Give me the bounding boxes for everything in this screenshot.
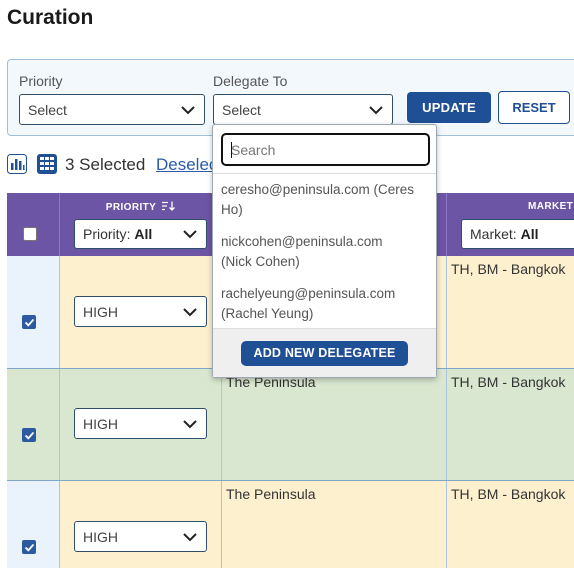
checkmark-icon bbox=[24, 318, 35, 327]
chevron-down-icon bbox=[183, 533, 197, 542]
delegate-dropdown: Search ceresho@peninsula.com (Ceres Ho) … bbox=[212, 124, 437, 378]
delegate-select-value: Select bbox=[222, 102, 261, 118]
market-cell: TH, BM - Bangkok bbox=[447, 369, 574, 480]
reset-button[interactable]: RESET bbox=[498, 91, 570, 124]
priority-cell: HIGH bbox=[60, 256, 222, 368]
row-checkbox[interactable] bbox=[22, 315, 36, 329]
priority-select[interactable]: Select bbox=[19, 94, 205, 125]
delegate-search-input[interactable]: Search bbox=[221, 133, 430, 166]
delegate-option[interactable]: rachelyeung@peninsula.com (Rachel Yeung) bbox=[221, 284, 433, 323]
chevron-down-icon bbox=[183, 420, 197, 429]
checkmark-icon bbox=[24, 543, 35, 552]
priority-cell: HIGH bbox=[60, 481, 222, 568]
grid-view-icon[interactable] bbox=[37, 154, 57, 174]
market-column-filter[interactable]: Market: All bbox=[461, 219, 574, 249]
delegate-option[interactable]: ceresho@peninsula.com (Ceres Ho) bbox=[221, 180, 433, 219]
market-cell: TH, BM - Bangkok bbox=[447, 256, 574, 368]
market-cell: TH, BM - Bangkok bbox=[447, 481, 574, 568]
page-title: Curation bbox=[7, 6, 94, 29]
priority-header-title: PRIORITY bbox=[60, 201, 221, 213]
table-row: HIGH The Peninsula TH, BM - Bangkok bbox=[7, 481, 574, 568]
row-select-cell bbox=[7, 369, 60, 480]
update-button[interactable]: UPDATE bbox=[407, 92, 491, 123]
add-new-delegatee-button[interactable]: ADD NEW DELEGATEE bbox=[241, 341, 408, 366]
market-header-title: MARKET bbox=[528, 201, 574, 212]
delegate-label: Delegate To bbox=[213, 73, 288, 89]
divider bbox=[213, 173, 436, 174]
chevron-down-icon bbox=[183, 230, 197, 239]
delegate-option[interactable]: nickcohen@peninsula.com (Nick Cohen) bbox=[221, 232, 433, 271]
chart-view-icon[interactable] bbox=[7, 154, 27, 174]
priority-select[interactable]: HIGH bbox=[74, 296, 207, 327]
hotel-cell: The Peninsula bbox=[222, 369, 447, 480]
selected-count: 3 Selected bbox=[65, 155, 146, 174]
chevron-down-icon bbox=[369, 106, 383, 115]
hotel-cell: The Peninsula bbox=[222, 481, 447, 568]
select-all-checkbox[interactable] bbox=[23, 227, 37, 241]
row-checkbox[interactable] bbox=[22, 540, 36, 554]
table-row: HIGH The Peninsula TH, BM - Bangkok bbox=[7, 369, 574, 481]
sort-icon[interactable] bbox=[162, 201, 176, 211]
delegate-select[interactable]: Select bbox=[213, 94, 393, 125]
row-select-cell bbox=[7, 256, 60, 368]
priority-cell: HIGH bbox=[60, 369, 222, 480]
priority-column-filter[interactable]: Priority: All bbox=[74, 219, 207, 249]
row-checkbox[interactable] bbox=[22, 428, 36, 442]
priority-select[interactable]: HIGH bbox=[74, 521, 207, 552]
priority-select[interactable]: HIGH bbox=[74, 408, 207, 439]
header-market: MARKET Market: All bbox=[447, 193, 574, 256]
row-select-cell bbox=[7, 481, 60, 568]
chevron-down-icon bbox=[181, 106, 195, 115]
checkmark-icon bbox=[24, 431, 35, 440]
header-select-cell bbox=[7, 193, 60, 256]
chevron-down-icon bbox=[183, 308, 197, 317]
dropdown-footer: ADD NEW DELEGATEE bbox=[213, 328, 436, 377]
deselect-link[interactable]: Deselec bbox=[156, 155, 217, 175]
priority-select-value: Select bbox=[28, 102, 67, 118]
text-caret bbox=[231, 142, 232, 158]
priority-label: Priority bbox=[19, 73, 63, 89]
header-priority: PRIORITY Priority: All bbox=[60, 193, 222, 256]
